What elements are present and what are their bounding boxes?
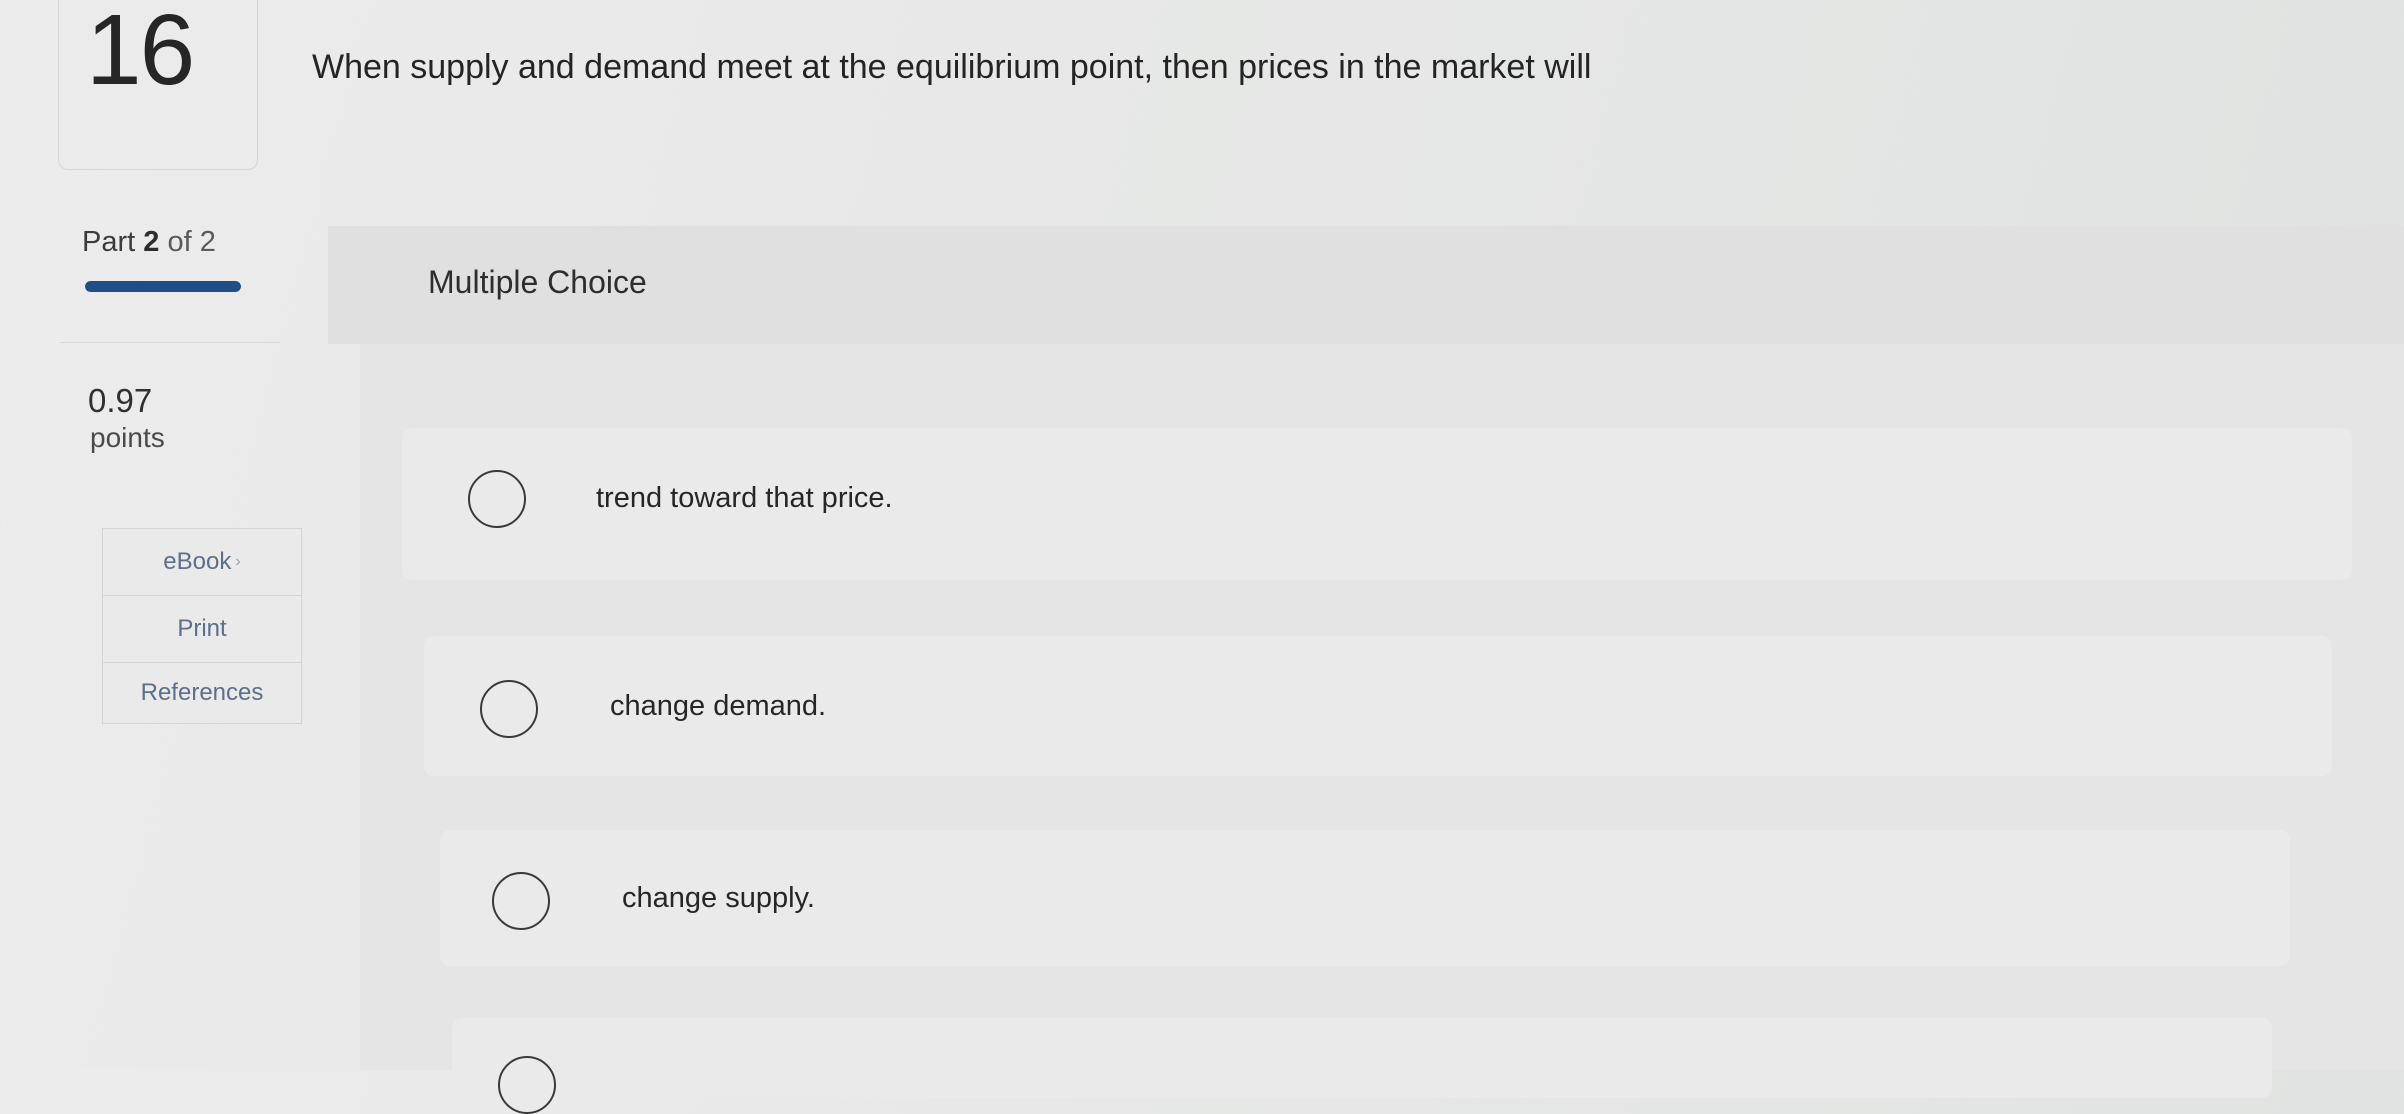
question-text: When supply and demand meet at the equil… bbox=[312, 48, 1592, 86]
references-button[interactable]: References bbox=[103, 663, 301, 723]
part-total: of 2 bbox=[167, 226, 216, 258]
part-progress-bar bbox=[85, 281, 241, 292]
part-indicator: Part 2 of 2 bbox=[82, 226, 216, 259]
ebook-label: eBook bbox=[163, 548, 232, 575]
question-number: 16 bbox=[86, 0, 195, 106]
radio-button[interactable] bbox=[492, 872, 550, 930]
answer-choice[interactable]: trend toward that price. bbox=[402, 428, 2352, 580]
answer-choice-text: trend toward that price. bbox=[596, 482, 893, 514]
answer-choice-text: change supply. bbox=[622, 882, 815, 914]
answer-choice[interactable]: change demand. bbox=[424, 636, 2332, 776]
print-button[interactable]: Print bbox=[103, 596, 301, 663]
chevron-right-icon: › bbox=[235, 553, 241, 570]
answer-choice[interactable] bbox=[452, 1018, 2272, 1114]
radio-button[interactable] bbox=[498, 1056, 556, 1114]
answer-choice-text: change demand. bbox=[610, 690, 827, 722]
print-label: Print bbox=[177, 615, 227, 642]
references-label: References bbox=[140, 679, 264, 706]
resource-tools: eBook › Print References bbox=[102, 528, 302, 724]
points-value: 0.97 bbox=[88, 382, 153, 419]
radio-button[interactable] bbox=[480, 680, 538, 738]
sidebar-divider bbox=[60, 342, 280, 343]
part-current: 2 bbox=[143, 226, 160, 258]
radio-button[interactable] bbox=[468, 470, 526, 528]
ebook-button[interactable]: eBook › bbox=[103, 529, 301, 596]
part-progress-fill bbox=[85, 281, 241, 292]
answer-choice[interactable]: change supply. bbox=[440, 830, 2290, 966]
part-label-word: Part bbox=[82, 226, 136, 258]
points-label: points bbox=[90, 422, 165, 453]
question-type-title: Multiple Choice bbox=[428, 264, 647, 300]
